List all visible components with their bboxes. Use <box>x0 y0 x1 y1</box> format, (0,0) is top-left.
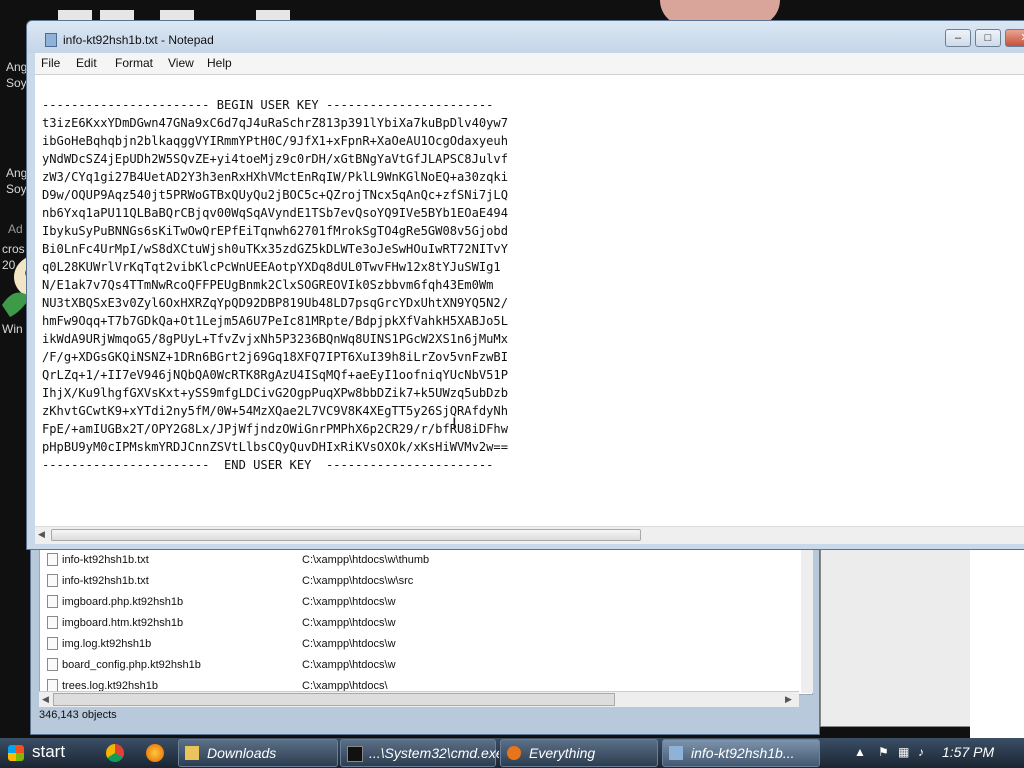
show-hidden-icons-icon[interactable]: ▲ <box>854 745 866 759</box>
document-text[interactable]: ----------------------- BEGIN USER KEY -… <box>42 96 508 474</box>
file-path: C:\xampp\htdocs\w <box>302 596 396 608</box>
taskbar-item-everything[interactable]: Everything <box>500 739 658 767</box>
menu-format[interactable]: Format <box>115 56 153 70</box>
network-icon[interactable]: ▦ <box>898 745 909 759</box>
vertical-scrollbar[interactable] <box>801 549 813 693</box>
list-item[interactable]: info-kt92hsh1b.txt C:\xampp\htdocs\w\thu… <box>40 550 800 571</box>
text-cursor-icon: I <box>452 414 457 433</box>
action-center-flag-icon[interactable]: ⚑ <box>878 745 889 759</box>
start-label: start <box>32 742 66 761</box>
file-path: C:\xampp\htdocs\w <box>302 617 396 629</box>
clock[interactable]: 1:57 PM <box>942 744 994 760</box>
background-window <box>820 540 972 727</box>
file-path: C:\xampp\htdocs\w <box>302 638 396 650</box>
firefox-icon[interactable] <box>146 744 164 762</box>
everything-window: info-kt92hsh1b.txt C:\xampp\htdocs\w\thu… <box>30 540 820 735</box>
file-icon <box>47 637 58 650</box>
desktop-icon-label[interactable]: Soy <box>6 76 27 90</box>
system-tray: ▲ ⚑ ▦ ♪ 1:57 PM <box>848 738 1024 768</box>
partial-window-label: Ad <box>8 222 23 236</box>
file-name: imgboard.htm.kt92hsh1b <box>62 617 184 629</box>
window-title: info-kt92hsh1b.txt - Notepad <box>63 33 214 47</box>
list-item[interactable]: info-kt92hsh1b.txt C:\xampp\htdocs\w\src <box>40 571 800 592</box>
file-path: C:\xampp\htdocs\w\src <box>302 575 414 587</box>
text-editor-area[interactable]: ----------------------- BEGIN USER KEY -… <box>35 74 1024 527</box>
taskbar-item-label: Everything <box>529 745 596 761</box>
list-item[interactable]: img.log.kt92hsh1b C:\xampp\htdocs\w <box>40 634 800 655</box>
list-item[interactable]: imgboard.htm.kt92hsh1b C:\xampp\htdocs\w <box>40 613 800 634</box>
console-icon <box>347 746 363 762</box>
menu-view[interactable]: View <box>168 56 194 70</box>
notepad-window: info-kt92hsh1b.txt - Notepad – □ ✕ File … <box>26 20 1024 550</box>
file-path: C:\xampp\htdocs\w <box>302 659 396 671</box>
menu-file[interactable]: File <box>41 56 60 70</box>
scroll-left-arrow-icon[interactable]: ◀ <box>38 529 45 540</box>
desktop-icon-label[interactable]: Soy <box>6 182 27 196</box>
file-icon <box>47 595 58 608</box>
file-icon <box>47 574 58 587</box>
menu-help[interactable]: Help <box>207 56 232 70</box>
background-window-edge <box>970 548 1024 738</box>
scrollbar-thumb[interactable] <box>51 529 641 541</box>
scroll-right-arrow-icon[interactable]: ▶ <box>785 694 792 705</box>
maximize-button[interactable]: □ <box>975 29 1001 47</box>
scrollbar-thumb[interactable] <box>53 693 615 706</box>
desktop-icon-label[interactable]: Ang <box>6 60 27 74</box>
taskbar-item-downloads[interactable]: Downloads <box>178 739 338 767</box>
file-name: imgboard.php.kt92hsh1b <box>62 596 184 608</box>
file-icon <box>47 658 58 671</box>
title-bar[interactable]: info-kt92hsh1b.txt - Notepad – □ ✕ <box>27 21 1024 53</box>
menu-bar: File Edit Format View Help <box>35 53 1024 74</box>
file-path: C:\xampp\htdocs\w\thumb <box>302 554 430 566</box>
windows-logo-icon <box>8 745 24 761</box>
start-button[interactable]: start <box>0 738 90 768</box>
file-icon <box>47 616 58 629</box>
taskbar-item-label: info-kt92hsh1b... <box>691 745 795 761</box>
taskbar-item-label: ...\System32\cmd.exe <box>369 745 499 761</box>
search-icon <box>507 746 521 760</box>
notepad-icon <box>669 746 683 760</box>
folder-icon <box>185 746 199 760</box>
horizontal-scrollbar[interactable]: ◀ ▶ <box>35 526 1024 544</box>
scroll-left-arrow-icon[interactable]: ◀ <box>42 694 49 705</box>
file-name: board_config.php.kt92hsh1b <box>62 659 201 671</box>
taskbar-item-cmd[interactable]: ...\System32\cmd.exe <box>340 739 499 767</box>
volume-icon[interactable]: ♪ <box>918 745 924 759</box>
close-button[interactable]: ✕ <box>1005 29 1024 47</box>
chrome-icon[interactable] <box>106 744 124 762</box>
list-item[interactable]: board_config.php.kt92hsh1b C:\xampp\htdo… <box>40 655 800 676</box>
file-name: info-kt92hsh1b.txt <box>62 575 149 587</box>
file-name: img.log.kt92hsh1b <box>62 638 152 650</box>
status-bar-count: 346,143 objects <box>39 709 117 721</box>
menu-edit[interactable]: Edit <box>76 56 97 70</box>
file-list: info-kt92hsh1b.txt C:\xampp\htdocs\w\thu… <box>39 549 813 695</box>
minimize-button[interactable]: – <box>945 29 971 47</box>
taskbar-item-notepad[interactable]: info-kt92hsh1b... <box>662 739 820 767</box>
taskbar-item-label: Downloads <box>207 745 277 761</box>
horizontal-scrollbar[interactable]: ◀ ▶ <box>39 691 799 707</box>
taskbar: start Downloads ...\System32\cmd.exe Eve… <box>0 738 1024 768</box>
desktop-icon-label[interactable]: Ang <box>6 166 27 180</box>
file-name: info-kt92hsh1b.txt <box>62 554 149 566</box>
notepad-icon <box>45 33 57 47</box>
file-icon <box>47 553 58 566</box>
list-item[interactable]: imgboard.php.kt92hsh1b C:\xampp\htdocs\w <box>40 592 800 613</box>
